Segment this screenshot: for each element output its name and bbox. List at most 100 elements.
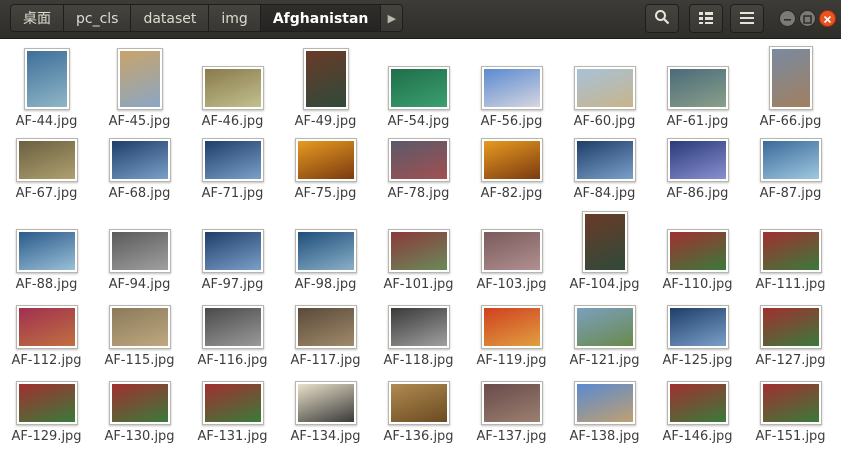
file-name-label: AF-67.jpg [15,186,78,201]
search-button[interactable] [645,4,679,33]
close-button[interactable] [819,10,836,27]
minimize-button[interactable] [779,10,796,27]
file-name-label: AF-98.jpg [294,277,357,292]
search-icon [654,9,670,29]
file-thumbnail[interactable] [760,305,822,349]
file-name-label: AF-131.jpg [197,429,268,444]
file-thumbnail[interactable] [481,66,543,110]
file-thumbnail[interactable] [202,138,264,182]
file-name-label: AF-78.jpg [387,186,450,201]
file-thumbnail[interactable] [202,66,264,110]
breadcrumb-dataset[interactable]: dataset [131,4,210,32]
file-thumbnail[interactable] [117,48,163,110]
file-thumbnail[interactable] [16,138,78,182]
file-thumbnail[interactable] [109,305,171,349]
file-name-label: AF-137.jpg [476,429,547,444]
file-name-label: AF-86.jpg [666,186,729,201]
file-thumbnail[interactable] [16,381,78,425]
file-name-label: AF-87.jpg [759,186,822,201]
file-thumbnail[interactable] [295,138,357,182]
thumbnail-image [19,232,75,270]
file-name-label: AF-130.jpg [104,429,175,444]
thumbnail-image [763,384,819,422]
file-name-label: AF-111.jpg [755,277,826,292]
file-thumbnail[interactable] [481,229,543,273]
file-thumbnail[interactable] [481,138,543,182]
thumbnail-image [112,384,168,422]
file-thumbnail[interactable] [295,229,357,273]
breadcrumb: 桌面 pc_cls dataset img Afghanistan ▶ [10,4,404,33]
file-thumbnail[interactable] [760,229,822,273]
breadcrumb-forward-button[interactable]: ▶ [381,4,404,32]
menu-button[interactable] [730,4,764,33]
thumbnail-image [298,308,354,346]
file-thumbnail[interactable] [667,381,729,425]
file-thumbnail[interactable] [574,138,636,182]
thumbnail-image [205,69,261,107]
file-name-label: AF-136.jpg [383,429,454,444]
file-thumbnail[interactable] [303,48,349,110]
file-thumbnail[interactable] [760,381,822,425]
thumbnail-image [120,51,160,107]
file-name-label: AF-138.jpg [569,429,640,444]
file-thumbnail[interactable] [667,138,729,182]
file-name-label: AF-112.jpg [11,353,82,368]
file-thumbnail[interactable] [481,305,543,349]
file-thumbnail[interactable] [202,305,264,349]
breadcrumb-img[interactable]: img [209,4,261,32]
file-icon-grid: AF-44.jpg AF-45.jpg AF-46.jpg AF-49.jpg AF-5… [0,39,841,453]
breadcrumb-afghanistan[interactable]: Afghanistan [260,4,382,32]
file-thumbnail[interactable] [202,381,264,425]
hamburger-menu-icon [740,9,754,28]
thumbnail-image [484,308,540,346]
thumbnail-image [391,308,447,346]
breadcrumb-desktop[interactable]: 桌面 [10,4,64,32]
file-thumbnail[interactable] [295,381,357,425]
file-thumbnail[interactable] [667,229,729,273]
thumbnail-image [19,141,75,179]
file-name-label: AF-54.jpg [387,114,450,129]
thumbnail-image [670,308,726,346]
close-icon [823,9,832,28]
file-thumbnail[interactable] [109,229,171,273]
file-name-label: AF-75.jpg [294,186,357,201]
file-thumbnail[interactable] [574,305,636,349]
file-thumbnail[interactable] [760,138,822,182]
chevron-right-icon: ▶ [387,12,397,25]
file-thumbnail[interactable] [16,229,78,273]
file-thumbnail[interactable] [388,229,450,273]
file-thumbnail[interactable] [574,66,636,110]
view-toggle-button[interactable] [689,4,723,33]
file-thumbnail[interactable] [24,48,70,110]
file-thumbnail[interactable] [388,66,450,110]
file-thumbnail[interactable] [582,211,628,273]
thumbnail-image [670,69,726,107]
thumbnail-image [484,141,540,179]
thumbnail-image [19,384,75,422]
file-name-label: AF-46.jpg [201,114,264,129]
file-name-label: AF-44.jpg [15,114,78,129]
file-thumbnail[interactable] [388,381,450,425]
file-thumbnail[interactable] [202,229,264,273]
file-name-label: AF-71.jpg [201,186,264,201]
file-thumbnail[interactable] [769,46,813,110]
file-thumbnail[interactable] [574,381,636,425]
thumbnail-image [670,384,726,422]
file-name-label: AF-125.jpg [662,353,733,368]
file-thumbnail[interactable] [109,381,171,425]
file-thumbnail[interactable] [295,305,357,349]
thumbnail-image [298,232,354,270]
file-thumbnail[interactable] [667,305,729,349]
thumbnail-image [763,232,819,270]
file-thumbnail[interactable] [16,305,78,349]
file-thumbnail[interactable] [388,305,450,349]
maximize-button[interactable] [799,10,816,27]
thumbnail-image [391,232,447,270]
file-thumbnail[interactable] [481,381,543,425]
file-thumbnail[interactable] [388,138,450,182]
thumbnail-image [19,308,75,346]
file-name-label: AF-97.jpg [201,277,264,292]
file-thumbnail[interactable] [667,66,729,110]
breadcrumb-pc-cls[interactable]: pc_cls [64,4,132,32]
file-thumbnail[interactable] [109,138,171,182]
